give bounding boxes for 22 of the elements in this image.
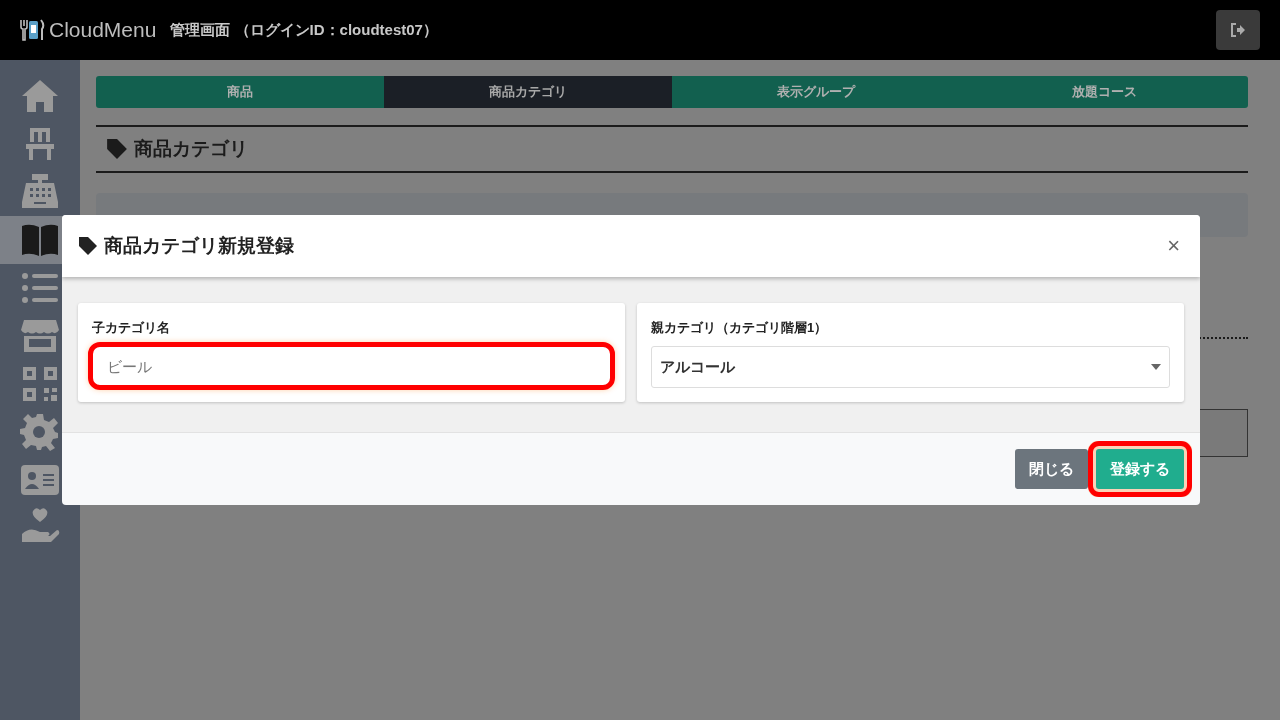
tab[interactable]: 表示グループ [672,76,960,108]
logo-icon [20,19,46,41]
app-logo: CloudMenu [49,18,157,42]
close-dialog-button[interactable]: 閉じる [1015,449,1088,489]
close-button[interactable]: × [1163,233,1184,259]
tab[interactable]: 商品 [96,76,384,108]
input-field[interactable]: ビール [92,346,611,386]
logout-button[interactable] [1216,10,1260,50]
page-title: 管理画面 （ログインID：cloudtest07） [170,20,438,40]
tab[interactable]: 商品カテゴリ [384,76,672,108]
section-heading: 商品カテゴリ [134,137,248,161]
tag-icon [106,138,128,160]
tab[interactable]: 放題コース [960,76,1248,108]
caret-icon [1151,364,1161,370]
field-label: 親カテゴリ（カテゴリ階層1） [651,319,829,337]
modal-title: 商品カテゴリ新規登録 [104,234,294,258]
logout-icon [1230,23,1246,37]
field-label: 子カテゴリ名 [92,319,171,337]
tag-icon [78,236,98,256]
settings-icon [20,412,60,452]
select-field[interactable]: アルコール [651,346,1170,388]
qr-code-icon [20,364,60,404]
